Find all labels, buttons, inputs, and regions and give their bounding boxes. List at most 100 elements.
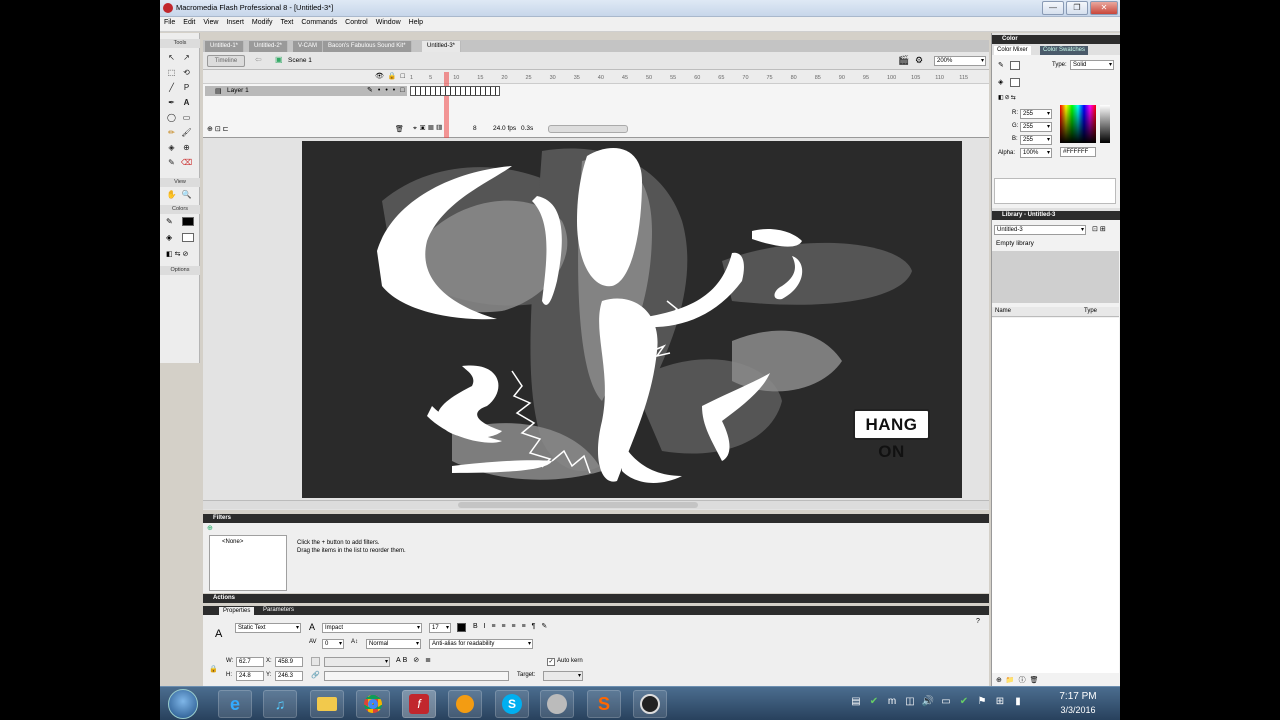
tab-untitled-2[interactable]: Untitled-2*: [249, 41, 289, 52]
maximize-button[interactable]: ❐: [1066, 1, 1088, 15]
font-select[interactable]: Impact: [322, 623, 422, 633]
stroke-color-swatch[interactable]: [182, 217, 194, 226]
char-position-select[interactable]: Normal: [366, 639, 421, 649]
red-field[interactable]: 255: [1020, 109, 1052, 119]
tray-app-icon[interactable]: m: [884, 694, 900, 710]
letter-spacing-field[interactable]: 0: [322, 639, 344, 649]
edit-symbols-icon[interactable]: ⚙: [915, 55, 923, 66]
mixer-stroke-swatch[interactable]: [1010, 61, 1020, 70]
tray-windows-icon[interactable]: ⊞: [992, 694, 1008, 710]
oval-tool-icon[interactable]: ◯: [165, 111, 178, 124]
timeline-hscroll[interactable]: [548, 125, 628, 133]
tab-v-cam[interactable]: V-CAM: [293, 41, 324, 52]
text-color-swatch[interactable]: [457, 623, 466, 632]
tray-security-icon[interactable]: ✔: [866, 694, 882, 710]
autokern-checkbox[interactable]: ✓: [547, 658, 555, 666]
tray-device-icon[interactable]: ◫: [902, 694, 918, 710]
tab-color-swatches[interactable]: Color Swatches: [1040, 46, 1089, 55]
antialias-select[interactable]: Anti-alias for readability: [429, 639, 533, 649]
library-footer-icons[interactable]: ⊕📁ⓘ🗑: [996, 675, 1042, 685]
library-col-name[interactable]: Name: [995, 308, 1011, 314]
internet-explorer-icon[interactable]: e: [218, 690, 252, 718]
fill-type-select[interactable]: Solid: [1070, 60, 1114, 70]
tab-color-mixer[interactable]: Color Mixer: [994, 46, 1031, 55]
tab-untitled-3[interactable]: Untitled-3*: [422, 41, 462, 52]
start-button-icon[interactable]: [168, 689, 198, 719]
fl-studio-icon[interactable]: [448, 690, 482, 718]
flash-taskbar-icon[interactable]: f: [402, 690, 436, 718]
tab-sound-kit[interactable]: Bacon's Fabulous Sound Kit*: [323, 41, 412, 52]
line-tool-icon[interactable]: ╱: [165, 81, 178, 94]
tray-network-icon[interactable]: ▤: [848, 694, 864, 710]
text-type-select[interactable]: Static Text: [235, 623, 301, 633]
chrome-icon[interactable]: [356, 690, 390, 718]
library-pin-icons[interactable]: ⊡⊞: [1092, 225, 1108, 233]
layer-row[interactable]: ▤ Layer 1 ✎•••□: [205, 86, 407, 96]
properties-help-icon[interactable]: ?: [976, 618, 980, 625]
green-field[interactable]: 255: [1020, 122, 1052, 132]
font-size-field[interactable]: 17: [429, 623, 451, 633]
layer-visibility-icons[interactable]: 👁🔒□: [375, 72, 409, 80]
timeline-toggle-button[interactable]: Timeline: [207, 55, 245, 67]
alpha-field[interactable]: 100%: [1020, 148, 1052, 158]
rectangle-tool-icon[interactable]: ▭: [180, 111, 193, 124]
back-arrow-icon[interactable]: ⇦: [255, 55, 262, 64]
menu-commands[interactable]: Commands: [297, 17, 341, 26]
layer-state-icons[interactable]: ✎•••□: [367, 86, 409, 94]
layer-name[interactable]: Layer 1: [227, 87, 249, 94]
tab-properties[interactable]: Properties: [219, 607, 255, 615]
itunes-icon[interactable]: ♫: [263, 690, 297, 718]
url-field[interactable]: [324, 671, 509, 681]
zoom-tool-icon[interactable]: 🔍: [180, 188, 193, 201]
text-options-icons[interactable]: AB ⊘ ≣: [396, 656, 433, 664]
y-field[interactable]: 246.3: [275, 671, 303, 681]
fill-color-swatch[interactable]: [182, 233, 194, 242]
lock-icon[interactable]: 🔒: [209, 665, 218, 673]
color-panel-header[interactable]: Color: [992, 35, 1120, 44]
mixer-swap-icons[interactable]: ◧⊘⇆: [998, 94, 1017, 101]
mixer-fill-swatch[interactable]: [1010, 78, 1020, 87]
brush-tool-icon[interactable]: 🖌: [180, 126, 193, 139]
fill-transform-tool-icon[interactable]: ◈: [165, 141, 178, 154]
stage-hscroll[interactable]: [203, 500, 989, 509]
sketch-app-icon[interactable]: S: [587, 690, 621, 718]
hex-field[interactable]: #FFFFFF: [1060, 147, 1096, 157]
selection-tool-icon[interactable]: ↖: [165, 51, 178, 64]
stage-canvas[interactable]: HANG ON: [302, 141, 962, 498]
text-orientation-icon[interactable]: [311, 657, 320, 666]
eraser-tool-icon[interactable]: ⌫: [180, 156, 193, 169]
menu-insert[interactable]: Insert: [222, 17, 248, 26]
tray-flag-icon[interactable]: ⚑: [974, 694, 990, 710]
text-tool-icon[interactable]: A: [180, 96, 193, 109]
zoom-select[interactable]: 200%: [934, 56, 986, 66]
stage-hscroll-thumb[interactable]: [458, 502, 698, 508]
tray-battery-icon[interactable]: ▭: [938, 694, 954, 710]
blue-field[interactable]: 255: [1020, 135, 1052, 145]
tray-check-icon[interactable]: ✔: [956, 694, 972, 710]
filters-list[interactable]: <None>: [209, 535, 287, 591]
library-list[interactable]: [992, 318, 1119, 673]
library-panel-header[interactable]: Library - Untitled-3: [992, 211, 1120, 220]
color-spectrum-picker[interactable]: [1060, 105, 1096, 143]
brightness-slider[interactable]: [1100, 105, 1110, 143]
free-transform-tool-icon[interactable]: ⬚: [165, 66, 178, 79]
line-type-select[interactable]: [324, 657, 390, 667]
hang-on-sign[interactable]: HANG ON: [853, 409, 930, 461]
clock-date[interactable]: 3/3/2016: [1056, 705, 1100, 715]
keyframe-strip[interactable]: [410, 86, 500, 96]
library-document-select[interactable]: Untitled-3: [994, 225, 1086, 235]
add-layer-icons[interactable]: ⊕⊡⊏: [207, 125, 231, 133]
skype-icon[interactable]: S: [495, 690, 529, 718]
actions-panel-header[interactable]: Actions: [203, 594, 989, 603]
lasso-tool-icon[interactable]: ⟲: [180, 66, 193, 79]
ink-tool-icon[interactable]: ✒: [165, 96, 178, 109]
filters-panel-header[interactable]: Filters: [203, 514, 989, 523]
menu-window[interactable]: Window: [372, 17, 405, 26]
menu-file[interactable]: File: [160, 17, 179, 26]
tray-signal-icon[interactable]: ▮: [1010, 694, 1026, 710]
menu-text[interactable]: Text: [277, 17, 298, 26]
subselection-tool-icon[interactable]: ↗: [180, 51, 193, 64]
media-player-icon[interactable]: [540, 690, 574, 718]
pen-tool-icon[interactable]: P: [180, 81, 193, 94]
swap-colors-icon[interactable]: ◧⇆⊘: [166, 250, 194, 259]
